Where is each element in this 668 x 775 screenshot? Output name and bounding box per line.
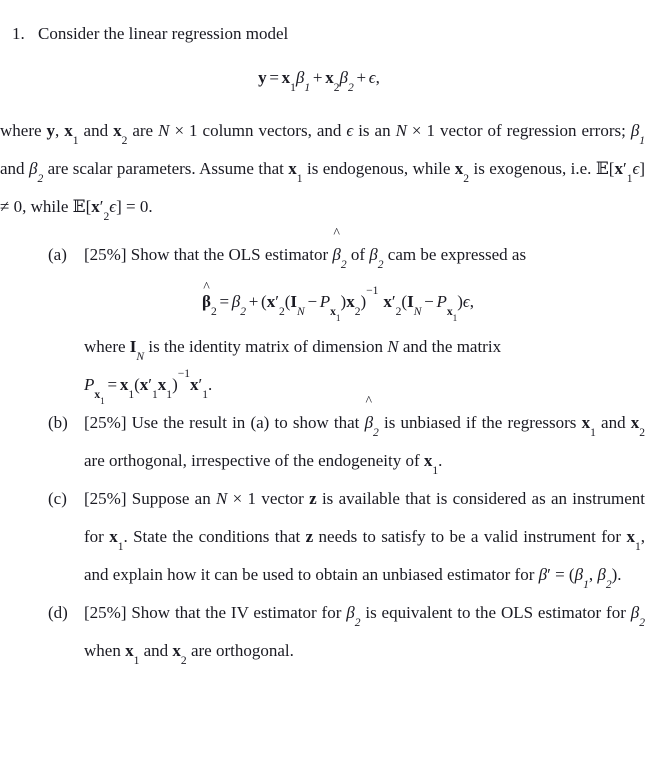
hat-accent: ^ bbox=[333, 226, 340, 242]
subpart-a-weight: [25%] bbox=[84, 245, 127, 264]
subpart-b: (b) [25%] Use the result in (a) to show … bbox=[0, 394, 668, 480]
subpart-a-where-equation: Px1= x1(x′1x1)−1x′1. bbox=[84, 367, 213, 406]
subpart-a-text: [25%] Show that the OLS estimator ^ β2 of… bbox=[84, 226, 527, 271]
model-equation: y = x1β1+ x2β2+ ϵ, bbox=[258, 68, 380, 94]
subpart-a-marker: (a) bbox=[48, 245, 67, 264]
subpart-c-text: [25%] Suppose an N × 1 vector z is avail… bbox=[84, 489, 646, 591]
document-page: 1. Consider the linear regression model … bbox=[0, 0, 668, 775]
subpart-b-text: [25%] Use the result in (a) to show that… bbox=[84, 394, 646, 477]
subpart-c: (c) [25%] Suppose an N × 1 vector z is a… bbox=[0, 480, 668, 594]
problem-stem: Consider the linear regression model bbox=[38, 24, 289, 43]
subpart-b-marker: (b) bbox=[48, 413, 68, 432]
problem-number: 1. bbox=[12, 24, 25, 43]
subpart-d: (d) [25%] Show that the IV estimator for… bbox=[0, 594, 668, 670]
subpart-a-where-text: where IN is the identity matrix of dimen… bbox=[84, 337, 502, 363]
subpart-d-marker: (d) bbox=[48, 603, 68, 622]
intro-paragraph: where y, x1 and x2 are N × 1 column vect… bbox=[0, 121, 646, 223]
problem-1: 1. Consider the linear regression model bbox=[0, 0, 668, 46]
subpart-d-weight: [25%] bbox=[84, 603, 127, 622]
subpart-c-weight: [25%] bbox=[84, 489, 127, 508]
subpart-a: (a) [25%] Show that the OLS estimator ^ β… bbox=[0, 226, 668, 406]
subparts-list: (a) [25%] Show that the OLS estimator ^ β… bbox=[0, 226, 668, 670]
subpart-c-marker: (c) bbox=[48, 489, 67, 508]
subpart-d-text: [25%] Show that the IV estimator for β2 … bbox=[84, 603, 645, 667]
subpart-a-equation: ^ β2= β2+ (x′2(IN− Px1)x2)−1 x′2(IN− Px1)ϵ, bbox=[201, 280, 475, 323]
subpart-b-weight: [25%] bbox=[84, 413, 127, 432]
